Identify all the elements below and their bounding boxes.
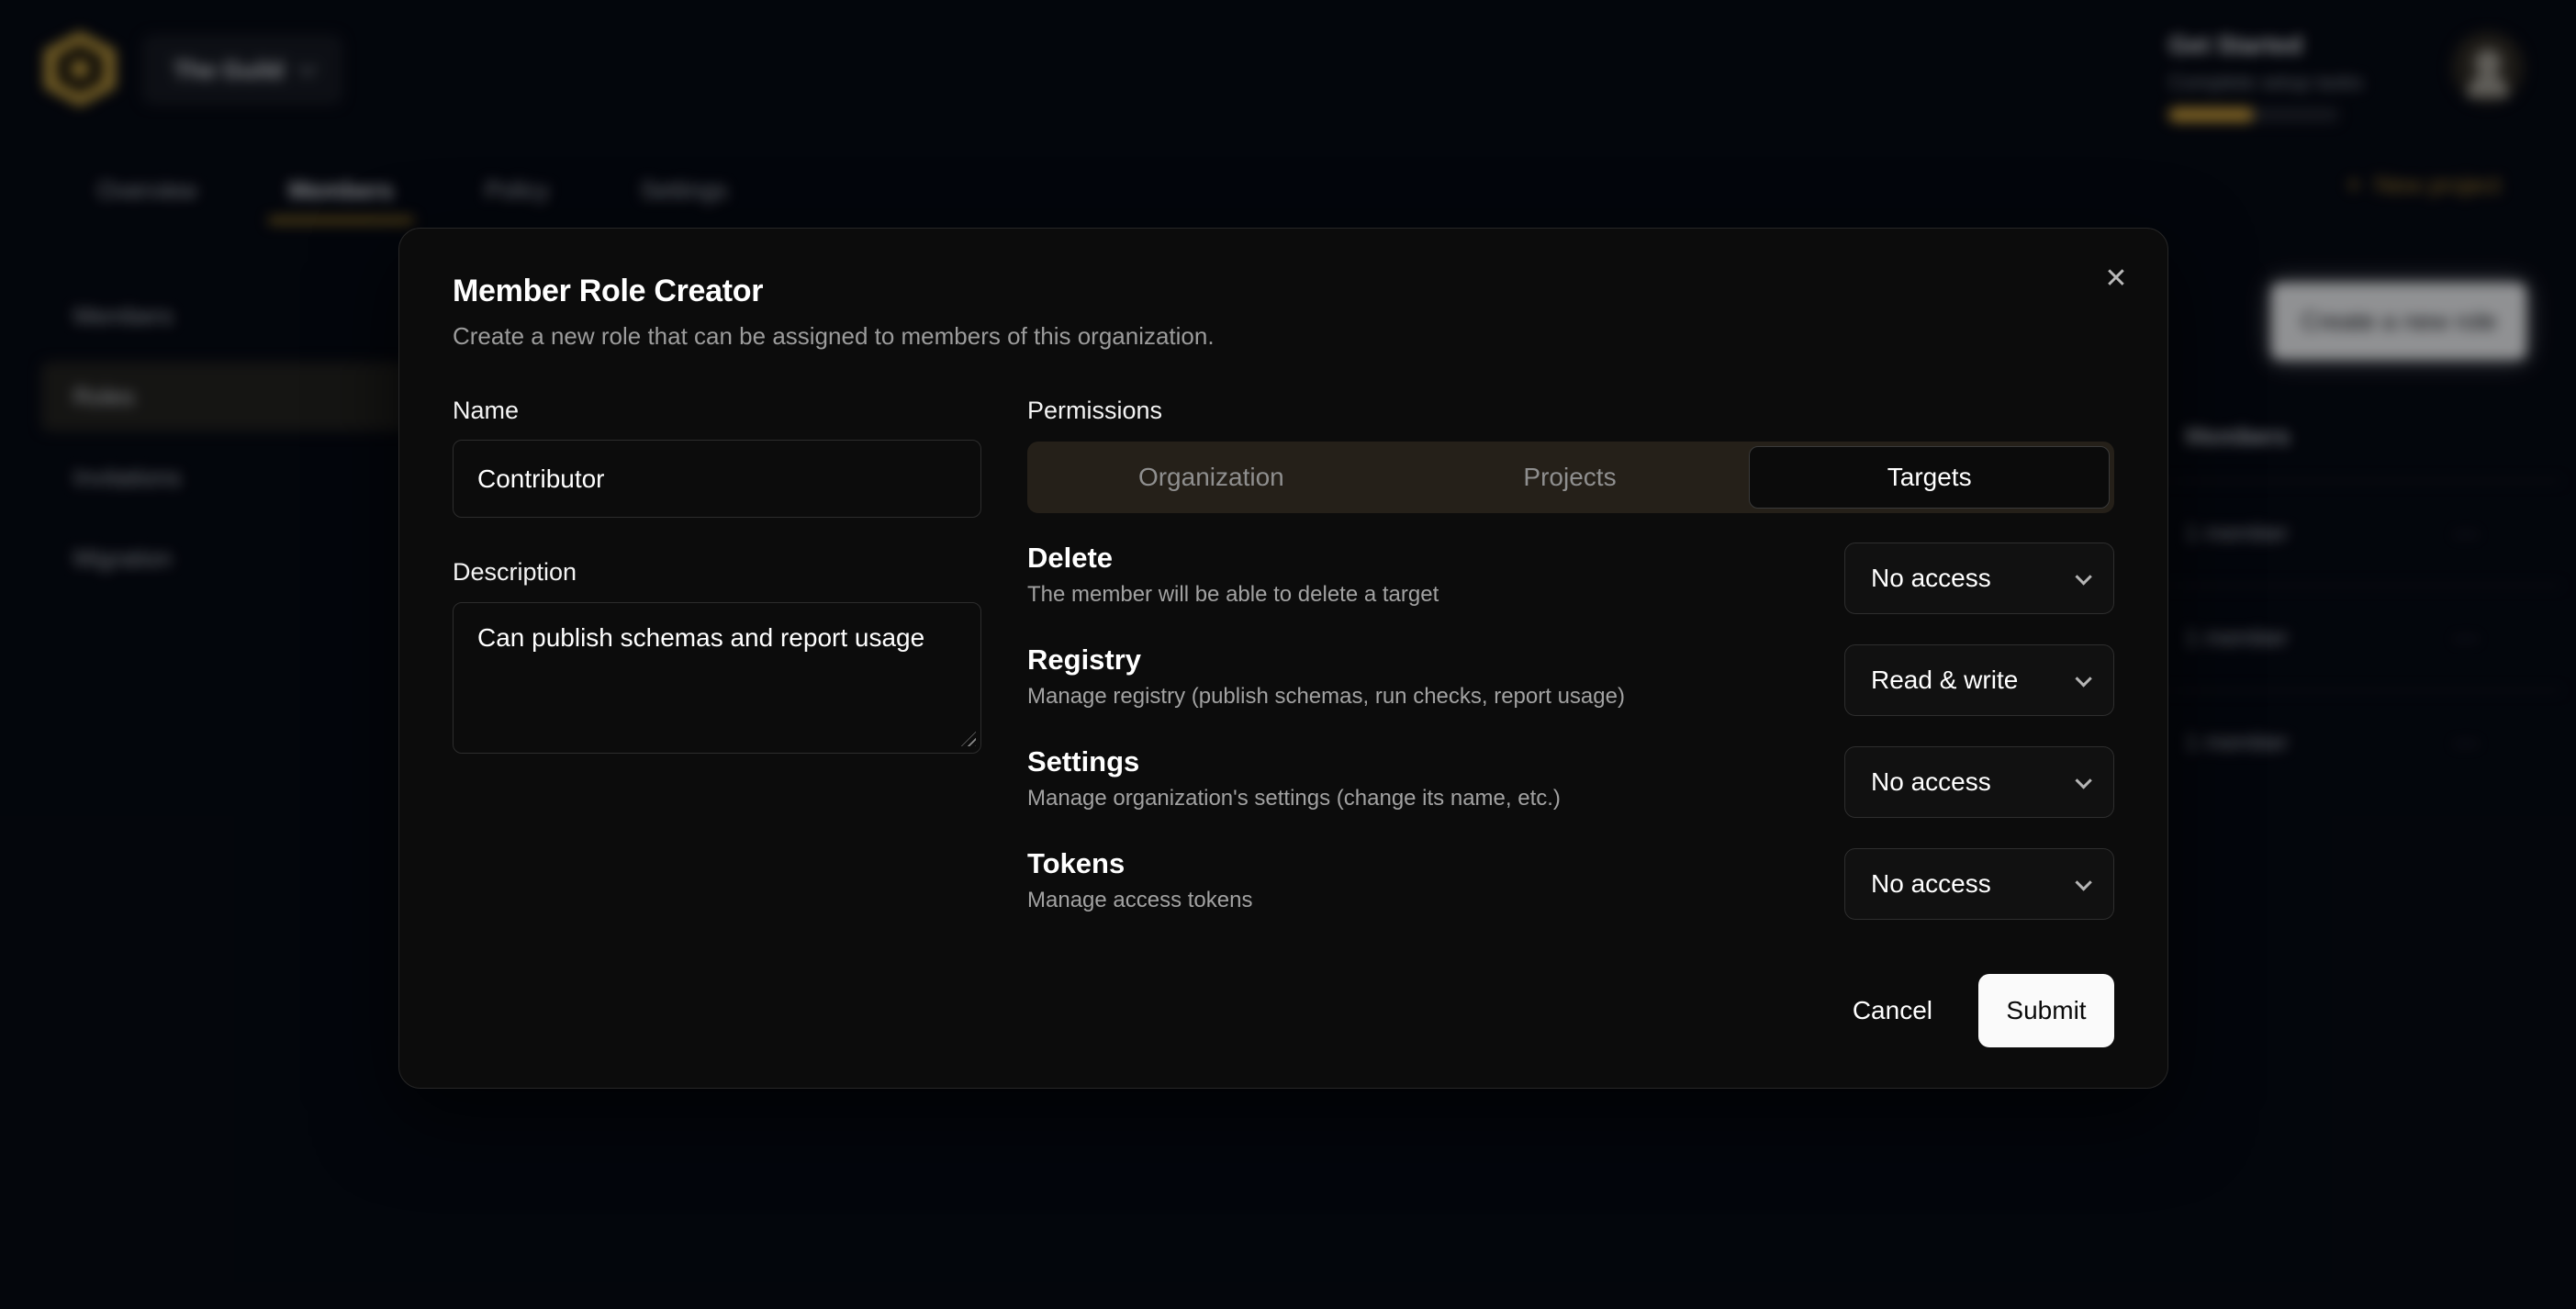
close-icon[interactable]: ✕ — [2096, 258, 2136, 298]
permissions-column: Permissions Organization Projects Target… — [1027, 395, 2114, 920]
role-description-textarea[interactable]: Can publish schemas and report usage — [453, 602, 981, 754]
submit-button[interactable]: Submit — [1978, 974, 2114, 1047]
settings-access-select[interactable]: No access — [1844, 746, 2114, 818]
member-role-creator-modal: ✕ Member Role Creator Create a new role … — [398, 228, 2168, 1089]
permission-description: Manage registry (publish schemas, run ch… — [1027, 684, 1625, 710]
app-window: The Guild Get Started Complete setup tas… — [0, 0, 2576, 1309]
chevron-down-icon — [2075, 772, 2091, 789]
permission-row-delete: Delete The member will be able to delete… — [1027, 543, 2114, 614]
chevron-down-icon — [2075, 670, 2091, 687]
modal-title: Member Role Creator — [453, 273, 2114, 309]
cancel-button[interactable]: Cancel — [1818, 974, 1967, 1047]
name-label: Name — [453, 395, 981, 426]
permission-row-registry: Registry Manage registry (publish schema… — [1027, 644, 2114, 716]
permission-scope-tabs: Organization Projects Targets — [1027, 442, 2114, 513]
description-label: Description — [453, 556, 981, 587]
permissions-label: Permissions — [1027, 395, 2114, 426]
permission-title: Tokens — [1027, 848, 1252, 879]
permission-title: Settings — [1027, 746, 1561, 778]
tab-organization[interactable]: Organization — [1032, 446, 1391, 509]
modal-subtitle: Create a new role that can be assigned t… — [453, 322, 2114, 350]
permission-row-settings: Settings Manage organization's settings … — [1027, 746, 2114, 818]
permission-title: Delete — [1027, 543, 1439, 574]
permission-title: Registry — [1027, 644, 1625, 676]
permission-description: Manage access tokens — [1027, 888, 1252, 913]
role-identity-column: Name Description Can publish schemas and… — [453, 395, 981, 920]
chevron-down-icon — [2075, 568, 2091, 585]
tokens-access-select[interactable]: No access — [1844, 848, 2114, 920]
registry-access-select[interactable]: Read & write — [1844, 644, 2114, 716]
delete-access-select[interactable]: No access — [1844, 543, 2114, 614]
tab-targets[interactable]: Targets — [1749, 446, 2110, 509]
role-name-input[interactable] — [453, 440, 981, 518]
permission-description: Manage organization's settings (change i… — [1027, 786, 1561, 811]
permission-row-tokens: Tokens Manage access tokens No access — [1027, 848, 2114, 920]
chevron-down-icon — [2075, 874, 2091, 890]
tab-projects[interactable]: Projects — [1391, 446, 1750, 509]
permission-description: The member will be able to delete a targ… — [1027, 582, 1439, 608]
